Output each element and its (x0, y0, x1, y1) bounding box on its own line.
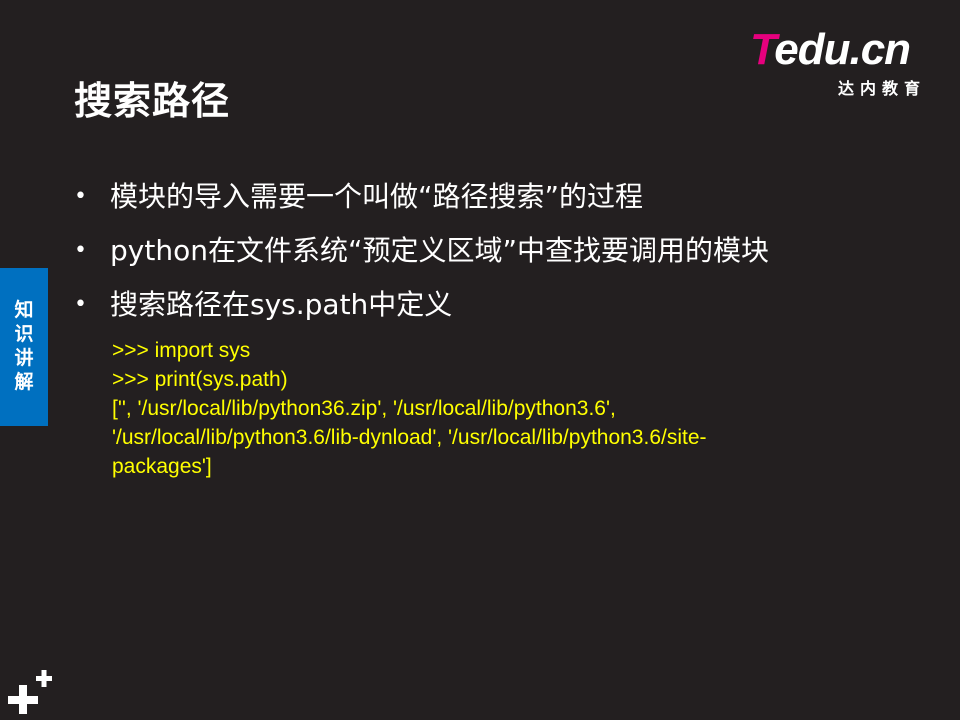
bullet-dot-icon: • (74, 292, 87, 317)
slide-title: 搜索路径 (74, 79, 231, 123)
bullet-item: • python在文件系统“预定义区域”中查找要调用的模块 (74, 232, 850, 270)
tedu-logo: Tedu.cn 达内教育 (750, 28, 930, 99)
bullet-text: 搜索路径在sys.path中定义 (110, 288, 453, 321)
side-tab: 知 识 讲 解 (0, 268, 48, 426)
bullet-text: python在文件系统“预定义区域”中查找要调用的模块 (110, 234, 769, 267)
bullet-item: • 模块的导入需要一个叫做“路径搜索”的过程 (74, 178, 854, 216)
logo-brand: Tedu.cn (750, 28, 930, 72)
slide-content: • 模块的导入需要一个叫做“路径搜索”的过程 • python在文件系统“预定义… (74, 178, 854, 481)
bullet-dot-icon: • (74, 238, 87, 263)
code-line: >>> print(sys.path) (112, 368, 288, 391)
logo-brand-t: T (750, 25, 775, 74)
slide: 搜索路径 Tedu.cn 达内教育 知 识 讲 解 • 模块的导入需要一个叫做“… (0, 0, 960, 720)
bullet-text: 模块的导入需要一个叫做“路径搜索”的过程 (110, 180, 644, 213)
code-line: '/usr/local/lib/python3.6/lib-dynload', … (112, 426, 707, 449)
logo-subtitle: 达内教育 (837, 79, 926, 98)
plus-icon (8, 670, 52, 714)
side-tab-label: 知 识 讲 解 (14, 299, 34, 393)
code-line: packages'] (112, 455, 212, 478)
logo-brand-rest: edu.cn (774, 25, 911, 74)
bullet-item: • 搜索路径在sys.path中定义 (74, 286, 854, 324)
code-line: ['', '/usr/local/lib/python36.zip', '/us… (112, 397, 616, 420)
bullet-dot-icon: • (74, 184, 87, 209)
code-block: >>> import sys >>> print(sys.path) ['', … (112, 336, 854, 481)
code-line: >>> import sys (112, 339, 251, 362)
